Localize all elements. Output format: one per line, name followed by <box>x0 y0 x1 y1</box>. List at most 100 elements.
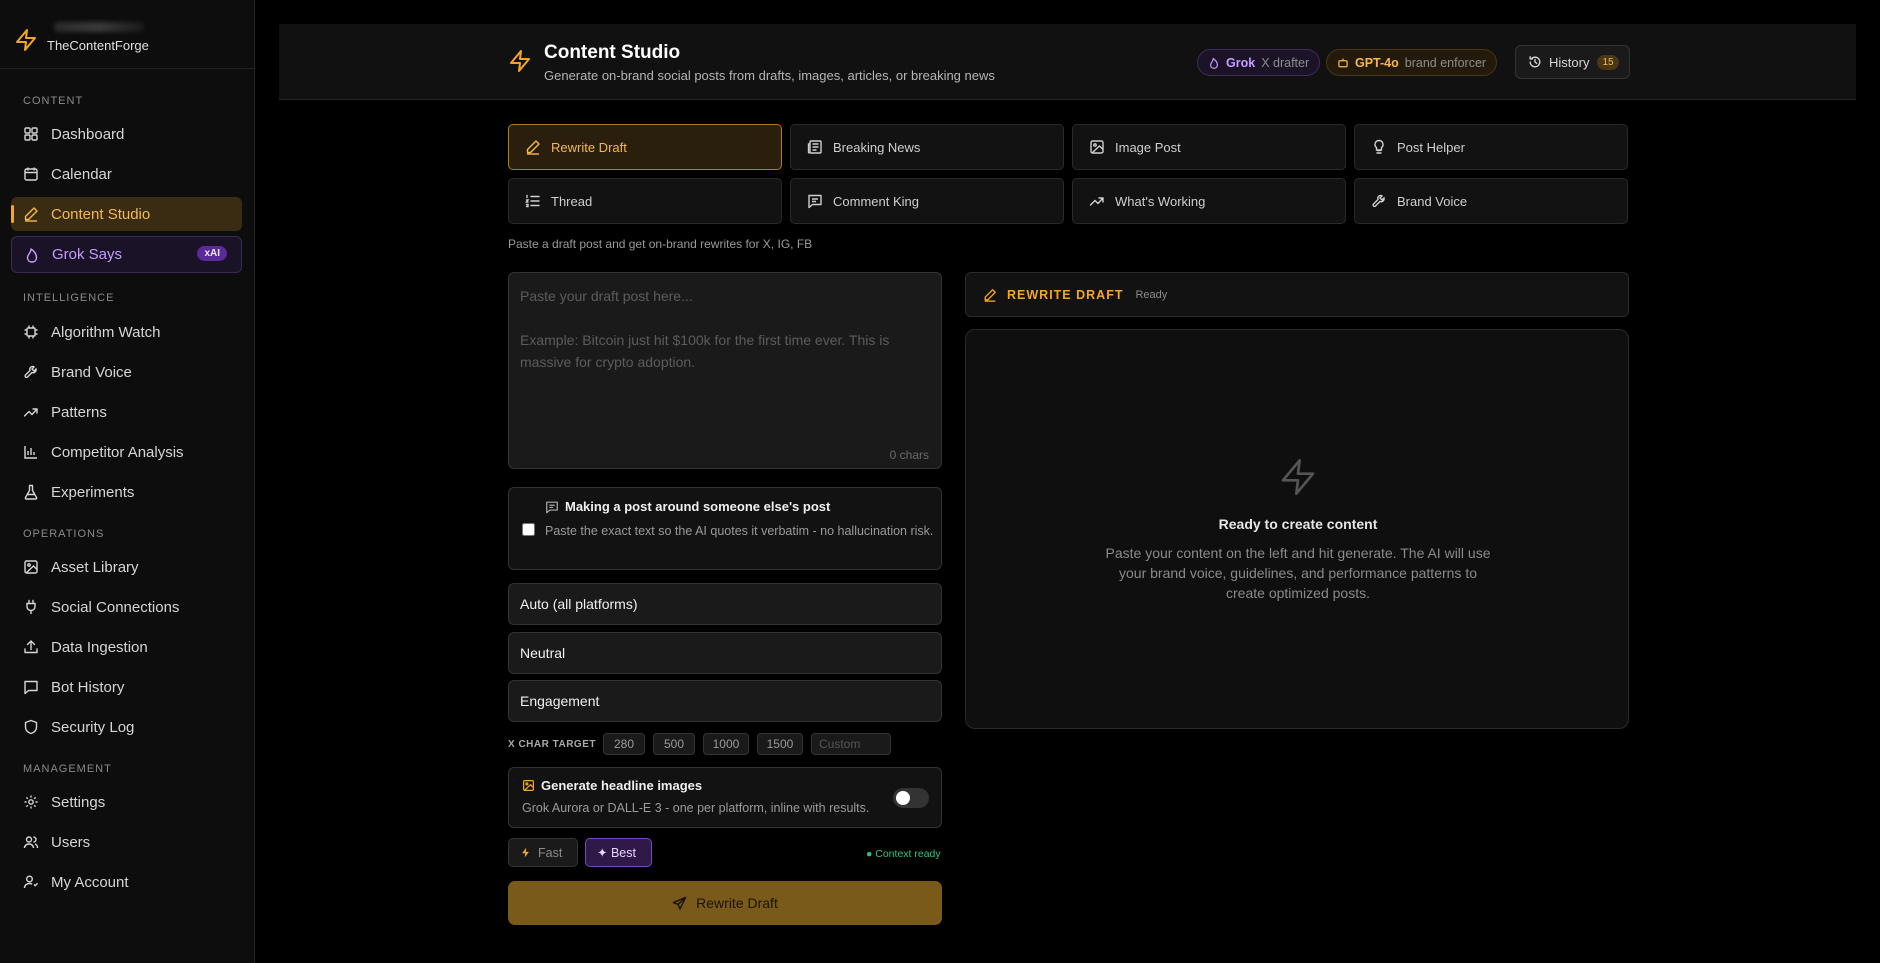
blurred-logo <box>54 22 144 32</box>
image-icon <box>24 560 38 574</box>
sidebar-item-label: Patterns <box>51 403 107 421</box>
lightbulb-icon <box>1374 139 1384 154</box>
fast-mode-label: Fast <box>538 845 563 860</box>
pencil-icon <box>526 140 540 155</box>
tab-comment-king[interactable]: Comment King <box>790 178 1064 224</box>
sidebar-item-label: Experiments <box>51 483 135 501</box>
dashboard-icon <box>24 127 38 141</box>
sidebar-item-label: My Account <box>51 873 129 891</box>
shield-icon <box>24 719 38 735</box>
tab-label: What's Working <box>1115 193 1206 209</box>
quote-post-checkbox[interactable] <box>522 523 535 536</box>
section-management: MANAGEMENT <box>23 763 112 775</box>
sidebar-item-settings[interactable]: Settings <box>11 785 242 819</box>
headline-images-title-row: Generate headline images <box>522 778 702 793</box>
char-target-500[interactable]: 500 <box>652 733 695 755</box>
sidebar-item-label: Asset Library <box>51 558 139 576</box>
context-status: ● Context ready <box>866 848 941 860</box>
sidebar-item-patterns[interactable]: Patterns <box>11 395 242 429</box>
flame-icon <box>26 247 38 263</box>
lightning-icon <box>1281 459 1315 495</box>
tab-image-post[interactable]: Image Post <box>1072 124 1346 170</box>
section-intelligence: INTELLIGENCE <box>23 292 115 304</box>
tab-breaking-news[interactable]: Breaking News <box>790 124 1064 170</box>
brand[interactable]: TheContentForge <box>14 20 149 60</box>
sidebar-item-algorithm-watch[interactable]: Algorithm Watch <box>11 315 242 349</box>
sidebar-item-users[interactable]: Users <box>11 825 242 859</box>
char-target-1000[interactable]: 1000 <box>702 733 749 755</box>
output-header: REWRITE DRAFT Ready <box>965 272 1629 317</box>
sidebar-item-calendar[interactable]: Calendar <box>11 157 242 191</box>
sidebar-item-grok-says[interactable]: Grok Says xAI <box>11 236 242 273</box>
user-icon <box>23 875 39 889</box>
sidebar-item-label: Dashboard <box>51 125 125 143</box>
tab-rewrite-draft[interactable]: Rewrite Draft <box>508 124 782 170</box>
page-subtitle: Generate on-brand social posts from draf… <box>544 68 995 83</box>
char-count: 0 chars <box>889 448 929 462</box>
tab-brand-voice[interactable]: Brand Voice <box>1354 178 1628 224</box>
sidebar-item-asset-library[interactable]: Asset Library <box>11 550 242 584</box>
sidebar-divider <box>0 68 254 69</box>
sidebar-item-security-log[interactable]: Security Log <box>11 710 242 744</box>
sidebar-item-dashboard[interactable]: Dashboard <box>11 117 242 151</box>
sidebar-item-label: Algorithm Watch <box>51 323 161 341</box>
tab-label: Image Post <box>1115 139 1181 155</box>
history-button[interactable]: History 15 <box>1515 45 1630 79</box>
char-target-label: X CHAR TARGET <box>508 738 596 750</box>
headline-images-option: Generate headline images Grok Aurora or … <box>508 767 942 828</box>
grok-model-pill: Grok X drafter <box>1197 49 1321 76</box>
sidebar-item-competitor-analysis[interactable]: Competitor Analysis <box>11 435 242 469</box>
tab-thread[interactable]: Thread <box>508 178 782 224</box>
lightning-icon <box>522 847 529 858</box>
plug-icon <box>26 599 36 615</box>
char-target-1500[interactable]: 1500 <box>756 733 803 755</box>
sidebar-item-label: Social Connections <box>51 598 180 616</box>
bar-chart-icon <box>24 446 37 459</box>
image-icon <box>1090 140 1104 154</box>
sidebar-item-brand-voice[interactable]: Brand Voice <box>11 355 242 389</box>
page-title: Content Studio <box>544 42 681 63</box>
sidebar-item-social-connections[interactable]: Social Connections <box>11 590 242 624</box>
tab-whats-working[interactable]: What's Working <box>1072 178 1346 224</box>
platform-select[interactable]: Auto (all platforms) <box>508 583 942 625</box>
submit-label: Rewrite Draft <box>696 895 778 911</box>
sidebar-item-my-account[interactable]: My Account <box>11 865 242 899</box>
output-status: Ready <box>1135 288 1168 301</box>
sidebar-item-bot-history[interactable]: Bot History <box>11 670 242 704</box>
rewrite-draft-submit-button[interactable]: Rewrite Draft <box>508 881 942 925</box>
app-name: TheContentForge <box>47 38 149 53</box>
history-icon <box>1529 56 1541 68</box>
trending-up-icon <box>1089 197 1104 206</box>
sidebar: TheContentForge CONTENT Dashboard Calend… <box>0 0 255 963</box>
sidebar-item-label: Users <box>51 833 91 851</box>
calendar-icon <box>24 167 38 181</box>
quote-post-option: Making a post around someone else's post… <box>508 487 942 570</box>
goal-select[interactable]: Engagement <box>508 680 942 722</box>
fast-mode-button[interactable]: Fast <box>508 838 578 867</box>
lightning-icon <box>510 50 530 72</box>
best-mode-button[interactable]: ✦ Best <box>585 838 652 867</box>
sidebar-item-experiments[interactable]: Experiments <box>11 475 242 509</box>
tone-select[interactable]: Neutral <box>508 632 942 674</box>
pencil-icon <box>24 207 38 222</box>
wrench-icon <box>24 365 37 379</box>
draft-textarea[interactable] <box>520 285 930 435</box>
output-panel: Ready to create content Paste your conte… <box>965 329 1629 729</box>
history-count-badge: 15 <box>1597 54 1619 70</box>
users-icon <box>23 836 39 849</box>
char-target-custom-input[interactable]: Custom <box>810 733 891 755</box>
sidebar-item-label: Competitor Analysis <box>51 443 184 461</box>
section-content: CONTENT <box>23 95 84 107</box>
sidebar-item-content-studio[interactable]: Content Studio <box>11 197 242 231</box>
grok-model-name: Grok <box>1226 55 1256 70</box>
char-target-280[interactable]: 280 <box>602 733 645 755</box>
headline-images-toggle[interactable] <box>893 788 929 808</box>
sidebar-item-data-ingestion[interactable]: Data Ingestion <box>11 630 242 664</box>
grok-model-role: X drafter <box>1261 55 1310 70</box>
tab-post-helper[interactable]: Post Helper <box>1354 124 1628 170</box>
gpt-model-role: brand enforcer <box>1404 55 1487 70</box>
page-header: Content Studio Generate on-brand social … <box>279 24 1856 100</box>
quote-post-description: Paste the exact text so the AI quotes it… <box>545 524 934 538</box>
char-target-row: X CHAR TARGET 280 500 1000 1500 Custom <box>508 732 899 756</box>
gpt-model-pill: GPT-4o brand enforcer <box>1326 49 1498 76</box>
